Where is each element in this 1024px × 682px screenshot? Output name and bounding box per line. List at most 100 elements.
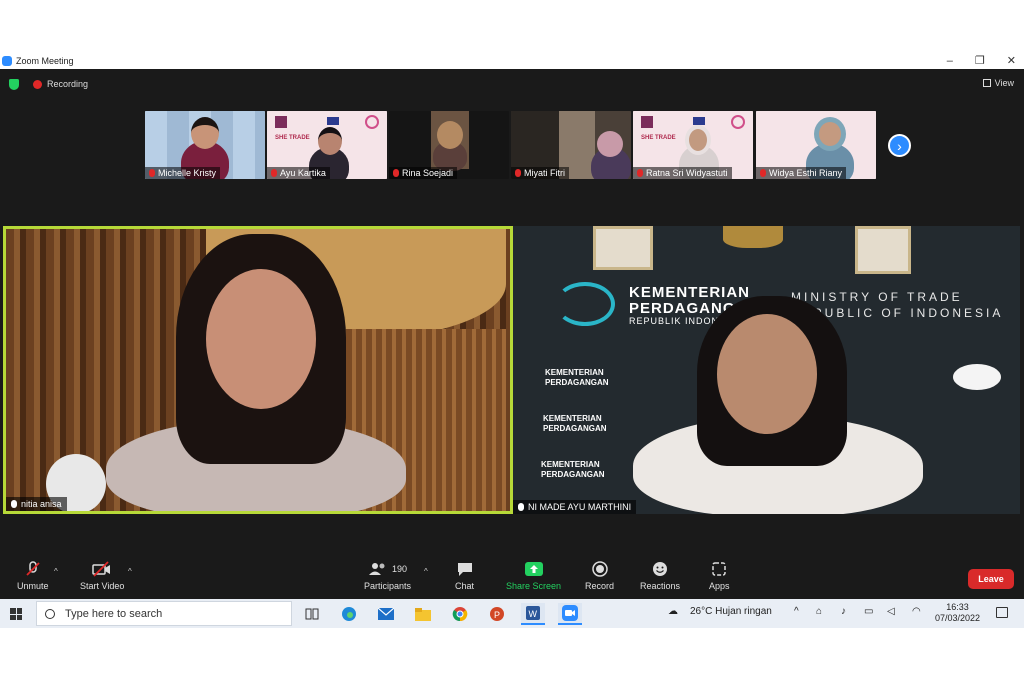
zoom-meeting-area: Recording View Michelle Kristy SHE TRADE…	[0, 69, 1024, 599]
portrait-frame	[593, 226, 653, 270]
participant-head	[437, 121, 463, 149]
window-title: Zoom Meeting	[16, 55, 74, 66]
wall-text-small: PERDAGANGAN	[545, 378, 609, 387]
mic-icon	[518, 503, 524, 511]
participant-head	[597, 131, 623, 157]
participant-thumb[interactable]: Rina Soejadi	[389, 111, 509, 179]
leave-button[interactable]: Leave	[968, 569, 1014, 589]
mic-muted-icon	[760, 169, 766, 177]
meet-now-icon[interactable]: ⌂	[816, 606, 822, 617]
participant-thumb[interactable]: Widya Esthi Riany	[756, 111, 876, 179]
logo-icon	[641, 116, 653, 128]
share-screen-button[interactable]: Share Screen	[506, 561, 561, 591]
participant-head	[318, 127, 342, 155]
mic-muted-icon	[271, 169, 277, 177]
start-video-button[interactable]: Start Video	[80, 561, 124, 591]
chrome-icon[interactable]	[448, 603, 472, 625]
wall-text-small: PERDAGANGAN	[543, 424, 607, 433]
participant-thumb[interactable]: SHE TRADE Ayu Kartika	[267, 111, 387, 179]
participant-head	[685, 125, 711, 155]
portrait-frame	[855, 226, 911, 274]
video-off-icon	[92, 561, 112, 577]
flag-icon	[693, 117, 705, 125]
apps-icon	[711, 561, 727, 577]
mic-muted-icon	[637, 169, 643, 177]
view-label: View	[994, 78, 1014, 88]
record-button[interactable]: Record	[585, 561, 614, 591]
banner-text: SHE TRADE	[275, 135, 310, 141]
tray-chevron-up-icon[interactable]: ^	[794, 606, 799, 617]
participant-head	[191, 117, 219, 149]
volume-icon[interactable]: ◁	[887, 606, 895, 617]
weather-icon[interactable]: ☁	[668, 606, 678, 617]
unmute-button[interactable]: Unmute	[17, 561, 49, 591]
notification-center-icon[interactable]	[996, 607, 1008, 618]
wall-text-kementerian: KEMENTERIAN	[629, 284, 751, 301]
microphone-tray-icon[interactable]: ♪	[841, 606, 846, 617]
chat-icon	[457, 561, 473, 577]
participants-icon: 190	[368, 561, 407, 577]
view-grid-icon	[982, 79, 991, 87]
task-view-icon[interactable]	[300, 603, 324, 625]
weather-status[interactable]: 26°C Hujan ringan	[690, 606, 772, 617]
logo-circle-icon	[365, 115, 379, 129]
reactions-smiley-icon	[652, 561, 668, 577]
mail-icon[interactable]	[374, 603, 398, 625]
speaker-face	[717, 314, 817, 434]
participant-name: Rina Soejadi	[389, 167, 458, 179]
video-options-caret-icon[interactable]: ^	[128, 567, 132, 576]
logo-icon	[275, 116, 287, 128]
svg-text:P: P	[494, 610, 500, 620]
participant-name: Widya Esthi Riany	[756, 167, 847, 179]
participant-name: Miyati Fitri	[511, 167, 569, 179]
participants-button[interactable]: 190 Participants	[364, 561, 411, 591]
edge-browser-icon[interactable]	[337, 603, 361, 625]
close-button[interactable]: ✕	[1007, 54, 1016, 67]
zoom-app-icon	[2, 55, 12, 66]
file-explorer-icon[interactable]	[411, 603, 435, 625]
security-shield-icon[interactable]	[9, 79, 19, 90]
meeting-toolbar: Unmute ^ Start Video ^ 190 Participants …	[0, 555, 1024, 599]
minimize-button[interactable]: –	[947, 55, 953, 67]
clock-date: 07/03/2022	[934, 613, 980, 623]
participants-options-caret-icon[interactable]: ^	[424, 567, 428, 576]
powerpoint-icon[interactable]: P	[485, 603, 509, 625]
clock-time: 16:33	[946, 602, 969, 612]
svg-text:W: W	[529, 609, 538, 619]
maximize-button[interactable]: ❐	[975, 54, 985, 67]
main-video-participant[interactable]: KEMENTERIAN PERDAGANGAN REPUBLIK INDONES…	[513, 226, 1020, 514]
battery-icon[interactable]: ▭	[864, 606, 873, 617]
flag-icon	[327, 117, 339, 125]
participant-thumb[interactable]: Miyati Fitri	[511, 111, 631, 179]
wall-text-ministry-en: MINISTRY OF TRADE	[791, 290, 963, 304]
taskbar-search-input[interactable]: Type here to search	[36, 601, 292, 626]
participant-head	[814, 117, 846, 151]
mic-muted-icon	[515, 169, 521, 177]
main-video-active-speaker[interactable]: nitia anisa	[3, 226, 513, 514]
taskbar-clock[interactable]: 16:33 07/03/2022	[935, 602, 980, 624]
view-button[interactable]: View	[982, 78, 1014, 88]
share-screen-icon	[524, 561, 543, 577]
participant-thumb[interactable]: Michelle Kristy	[145, 111, 265, 179]
next-page-arrow-icon[interactable]: ›	[888, 134, 911, 157]
participants-count: 190	[392, 564, 408, 574]
garuda-emblem	[723, 226, 783, 248]
apps-button[interactable]: Apps	[709, 561, 730, 591]
participant-name: Michelle Kristy	[145, 167, 221, 179]
audio-options-caret-icon[interactable]: ^	[54, 567, 58, 576]
chat-button[interactable]: Chat	[455, 561, 474, 591]
ministry-logo-icon	[555, 282, 615, 326]
participant-thumb[interactable]: SHE TRADE Ratna Sri Widyastuti	[633, 111, 753, 179]
search-icon	[45, 608, 55, 619]
windows-taskbar: Type here to search P W ☁ 26°C Hujan rin…	[0, 599, 1024, 628]
reactions-button[interactable]: Reactions	[640, 561, 680, 591]
windows-start-icon[interactable]	[10, 608, 22, 620]
participant-name: Ayu Kartika	[267, 167, 330, 179]
wifi-icon[interactable]: ◠	[912, 606, 921, 617]
recording-icon	[33, 80, 42, 89]
banner-text: SHE TRADE	[641, 135, 676, 141]
speaker-face	[206, 269, 316, 409]
logo-circle-icon	[731, 115, 745, 129]
word-icon[interactable]: W	[521, 603, 545, 625]
zoom-taskbar-icon[interactable]	[558, 603, 582, 625]
